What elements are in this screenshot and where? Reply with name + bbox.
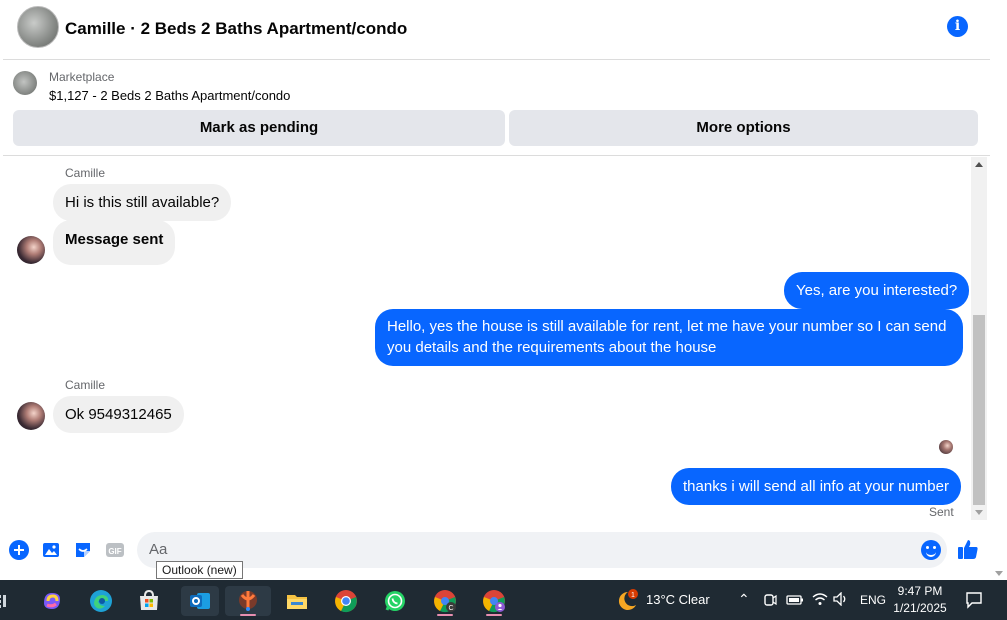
whatsapp-icon[interactable] [380,586,410,616]
message-line: you details and the requirements about t… [387,339,717,356]
marketplace-listing-panel: Marketplace $1,127 - 2 Beds 2 Baths Apar… [3,60,990,156]
app-icon-active[interactable] [225,586,271,616]
sender-name: Camille [65,378,106,392]
clock-date: 1/21/2025 [893,601,947,615]
message-line: Hello, yes the house is still available … [387,318,947,335]
weather-text[interactable]: 13°C Clear [646,592,710,607]
battery-icon[interactable] [786,593,804,607]
listing-price-title[interactable]: $1,127 - 2 Beds 2 Baths Apartment/condo [49,88,290,103]
sticker-icon[interactable] [73,540,93,560]
emoji-icon[interactable] [921,540,941,560]
copilot-icon[interactable] [37,586,67,616]
meet-now-icon[interactable] [763,592,777,608]
wifi-icon[interactable] [812,592,828,606]
like-icon[interactable] [957,538,979,560]
message-bubble-outgoing[interactable]: Hello, yes the house is still available … [375,309,963,366]
clock-time: 9:47 PM [897,584,943,598]
info-icon[interactable]: i [947,16,968,37]
message-bubble-incoming[interactable]: Ok 9549312465 [53,396,184,433]
weather-icon[interactable]: 1 [612,586,642,616]
clock[interactable]: 9:47 PM 1/21/2025 [880,583,960,617]
scrollbar-thumb[interactable] [973,315,985,505]
seen-avatar [939,440,953,454]
marketplace-label: Marketplace [49,70,115,84]
message-bubble-outgoing[interactable]: thanks i will send all info at your numb… [671,468,961,505]
file-explorer-icon[interactable] [282,586,312,616]
message-list: Camille Hi is this still available? Mess… [3,157,971,520]
conversation-header: Camille · 2 Beds 2 Baths Apartment/condo… [3,0,990,60]
task-view-icon[interactable] [0,586,12,616]
message-composer: GIF Aa [3,524,990,580]
plus-icon[interactable] [9,540,29,560]
windows-taskbar: C 1 13°C Clear ⌃ ENG 9:47 PM 1/21/2025 [0,580,1007,620]
listing-thumbnail[interactable] [13,71,37,95]
active-indicator [437,614,453,616]
message-bubble-incoming[interactable]: Message sent [53,220,176,265]
outlook-icon[interactable] [181,586,219,616]
volume-icon[interactable] [833,592,849,606]
notifications-icon[interactable] [965,591,983,609]
tooltip: Outlook (new) [156,561,243,579]
gif-label: GIF [108,547,121,556]
page-scrollbar[interactable] [991,0,1007,580]
mark-as-pending-button[interactable]: Mark as pending [13,110,505,146]
sent-status: Sent [929,505,954,519]
sender-name: Camille [65,166,106,180]
weather-alert-badge: 1 [631,592,635,599]
active-indicator [240,614,256,616]
scroll-down-arrow-icon[interactable] [975,510,983,515]
gif-icon[interactable]: GIF [105,540,125,560]
message-bubble-outgoing[interactable]: Yes, are you interested? [784,272,970,309]
contact-avatar[interactable] [17,236,45,264]
image-icon[interactable] [41,540,61,560]
messenger-window: Camille · 2 Beds 2 Baths Apartment/condo… [0,0,1007,580]
scroll-up-arrow-icon[interactable] [975,162,983,167]
scroll-down-arrow-icon[interactable] [995,571,1003,576]
active-indicator [486,614,502,616]
chevron-up-icon[interactable]: ⌃ [738,591,750,608]
more-options-button[interactable]: More options [509,110,978,146]
message-bubble-incoming[interactable]: Hi is this still available? [53,184,232,221]
message-input[interactable]: Aa [137,532,947,568]
edge-browser-icon[interactable] [86,586,116,616]
microsoft-store-icon[interactable] [134,586,164,616]
conversation-title[interactable]: Camille · 2 Beds 2 Baths Apartment/condo [65,19,407,39]
message-input-placeholder: Aa [149,541,168,558]
chat-scrollbar[interactable] [971,157,987,520]
chrome-profile-icon[interactable]: C [428,586,462,616]
chrome-profile-badge: C [448,605,453,612]
listing-avatar[interactable] [17,6,59,48]
chrome-icon[interactable] [331,586,361,616]
chrome-profile-icon-2[interactable] [476,586,512,616]
contact-avatar[interactable] [17,402,45,430]
